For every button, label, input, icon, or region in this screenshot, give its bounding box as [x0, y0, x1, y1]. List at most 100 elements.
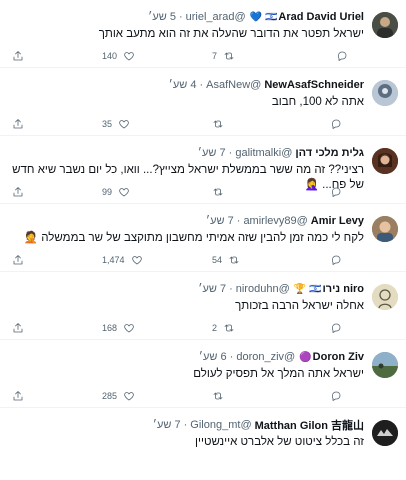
share-icon	[13, 323, 23, 333]
name-emoji: 🇮🇱 🏆	[293, 283, 322, 295]
retweet-button[interactable]	[212, 118, 224, 130]
handle[interactable]: @Gilong_mt	[190, 419, 251, 431]
separator-dot: ·	[199, 79, 204, 91]
display-name[interactable]: niro נירו	[322, 283, 364, 295]
retweet-button[interactable]	[212, 390, 224, 402]
like-button[interactable]: 1,474	[102, 254, 143, 266]
like-button[interactable]: 99	[102, 186, 130, 198]
avatar[interactable]	[372, 284, 398, 310]
reply-icon	[331, 119, 341, 129]
heart-icon	[124, 324, 134, 333]
share-button[interactable]	[12, 390, 24, 402]
share-button[interactable]	[12, 254, 24, 266]
handle[interactable]: @doron_ziv	[236, 351, 295, 363]
retweet-count: 54	[212, 255, 223, 265]
reply-button[interactable]	[330, 254, 342, 266]
display-name[interactable]: Arad David Uriel	[278, 11, 364, 23]
handle[interactable]: @AsafNew	[206, 79, 261, 91]
separator-dot: ·	[183, 419, 188, 431]
avatar[interactable]	[372, 352, 398, 378]
timestamp[interactable]: 7 שע׳	[198, 147, 226, 159]
tweet[interactable]: NewAsafSchneider @AsafNew · 4 שע׳ אתה לא…	[0, 68, 406, 136]
retweet-button[interactable]: 7	[212, 50, 235, 62]
tweet[interactable]: Doron Ziv 🟣 @doron_ziv · 6 שע׳ ישראל אתה…	[0, 340, 406, 408]
tweet-text: ישראל אתה המלך אל תפסיק לעולם	[193, 368, 364, 380]
heart-icon	[119, 188, 129, 197]
retweet-button[interactable]: 2	[212, 322, 235, 334]
display-name[interactable]: NewAsafSchneider	[264, 79, 364, 91]
share-icon	[13, 391, 23, 401]
reply-button[interactable]	[330, 322, 342, 334]
separator-dot: ·	[229, 283, 233, 295]
share-button[interactable]	[12, 50, 24, 62]
separator-dot: ·	[229, 351, 234, 363]
like-button[interactable]: 285	[102, 390, 135, 402]
tweet-text: ישראל תפטר את הדובר שהעלה את זה הוא מתעב…	[98, 28, 364, 40]
retweet-icon	[213, 392, 223, 400]
handle[interactable]: @galitmalki	[235, 147, 292, 159]
tweet[interactable]: Amir Levy @amirlevy89 · 7 שע׳ לקח לי כמה…	[0, 204, 406, 272]
tweet-actions: 285	[12, 390, 366, 404]
retweet-icon	[224, 324, 234, 332]
share-icon	[13, 51, 23, 61]
like-count: 35	[102, 119, 113, 129]
name-emoji: 🇮🇱 💙	[249, 11, 278, 23]
avatar[interactable]	[372, 148, 398, 174]
share-button[interactable]	[12, 118, 24, 130]
tweet-text: לקח לי כמה זמן להבין שזה אמיתי מחשבון מת…	[23, 232, 364, 244]
avatar[interactable]	[372, 420, 398, 446]
avatar[interactable]	[372, 80, 398, 106]
heart-icon	[119, 120, 129, 129]
reply-icon	[331, 391, 341, 401]
separator-dot: ·	[236, 215, 241, 227]
share-icon	[13, 187, 23, 197]
tweet[interactable]: niro נירו 🇮🇱 🏆 @niroduhn · 7 שע׳ אחלה יש…	[0, 272, 406, 340]
timestamp[interactable]: 5 שע׳	[148, 11, 176, 23]
retweet-button[interactable]	[212, 186, 224, 198]
timestamp[interactable]: 4 שע׳	[169, 79, 197, 91]
retweet-icon	[229, 256, 239, 264]
retweet-icon	[224, 52, 234, 60]
like-count: 99	[102, 187, 113, 197]
tweet[interactable]: גלית מלכי דהן @galitmalki · 7 שע׳ רציני?…	[0, 136, 406, 204]
timestamp[interactable]: 7 שע׳	[206, 215, 234, 227]
tweet-actions: 99	[12, 186, 366, 200]
retweet-button[interactable]: 54	[212, 254, 240, 266]
like-button[interactable]: 168	[102, 322, 135, 334]
tweet[interactable]: Arad David Uriel 🇮🇱 💙 @uriel_arad · 5 שע…	[0, 0, 406, 68]
timestamp[interactable]: 6 שע׳	[199, 351, 227, 363]
retweet-icon	[213, 188, 223, 196]
reply-button[interactable]	[330, 390, 342, 402]
reply-button[interactable]	[330, 186, 342, 198]
heart-icon	[124, 52, 134, 61]
handle[interactable]: @amirlevy89	[243, 215, 307, 227]
display-name[interactable]: Doron Ziv	[313, 351, 364, 363]
display-name[interactable]: Matthan Gilon 吉龍山	[255, 417, 364, 433]
timestamp[interactable]: 7 שע׳	[153, 419, 181, 431]
reply-button[interactable]	[330, 50, 348, 62]
share-button[interactable]	[12, 186, 24, 198]
tweet-actions: 140 7	[12, 50, 366, 64]
tweet-actions: 168 2	[12, 322, 366, 336]
handle[interactable]: @uriel_arad	[186, 11, 246, 23]
like-button[interactable]: 35	[102, 118, 130, 130]
share-button[interactable]	[12, 322, 24, 334]
avatar[interactable]	[372, 12, 398, 38]
reply-count: 7	[212, 51, 218, 61]
separator-dot: ·	[178, 11, 183, 23]
timestamp[interactable]: 7 שע׳	[198, 283, 226, 295]
display-name[interactable]: Amir Levy	[311, 215, 364, 227]
tweet-text: אחלה ישראל הרבה בזכותך	[235, 300, 364, 312]
reply-icon	[331, 255, 341, 265]
reply-icon	[331, 323, 341, 333]
reply-button[interactable]	[330, 118, 342, 130]
handle[interactable]: @niroduhn	[236, 283, 290, 295]
tweet[interactable]: Matthan Gilon 吉龍山 @Gilong_mt · 7 שע׳ זה …	[0, 408, 406, 476]
separator-dot: ·	[228, 147, 233, 159]
share-icon	[13, 119, 23, 129]
display-name[interactable]: גלית מלכי דהן	[295, 147, 364, 159]
like-count: 140	[102, 51, 118, 61]
avatar[interactable]	[372, 216, 398, 242]
like-button[interactable]: 140	[102, 50, 135, 62]
tweet-text: אתה לא 100, חבוב	[271, 96, 364, 108]
